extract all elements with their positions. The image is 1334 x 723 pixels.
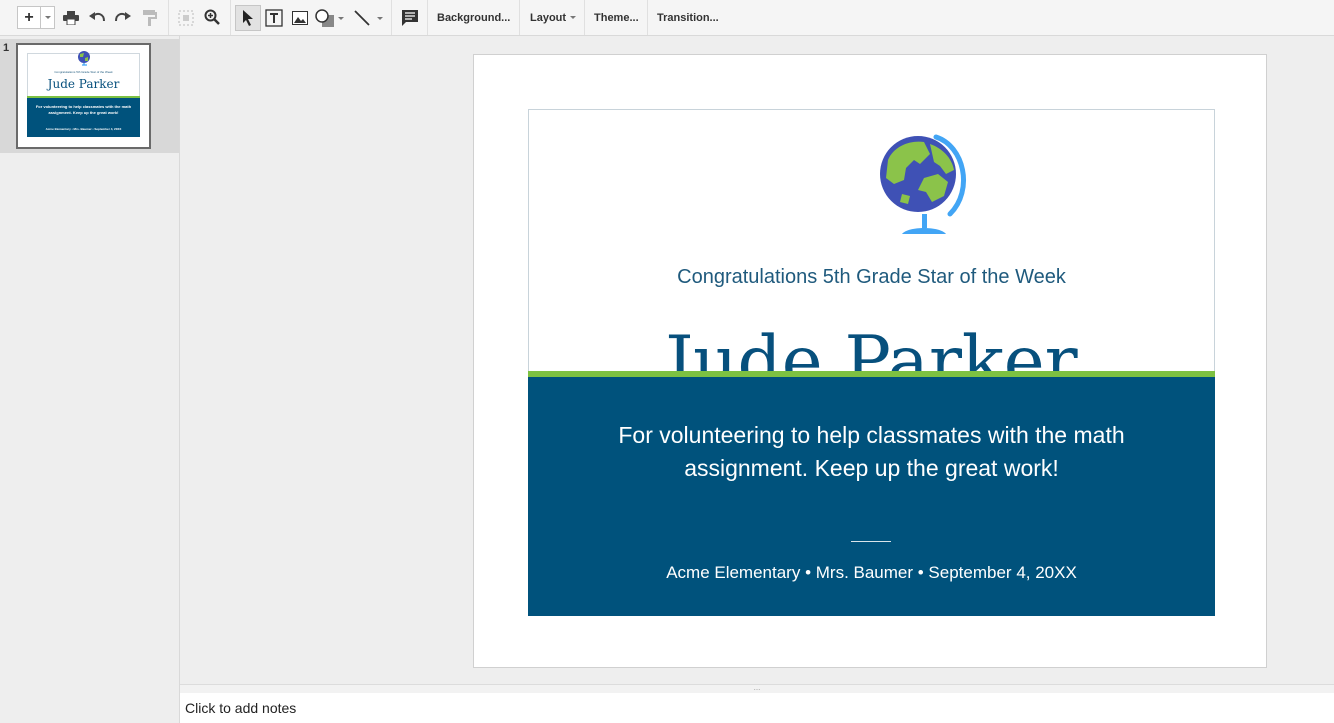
select-button[interactable] (235, 5, 261, 31)
image-button[interactable] (290, 9, 310, 27)
new-slide-button[interactable]: + (17, 6, 41, 29)
comment-icon (402, 10, 418, 26)
zoom-icon (204, 9, 220, 25)
thumb-footer: Acme Elementary • Mrs. Baumer • Septembe… (45, 127, 122, 131)
text-box-icon (265, 9, 283, 27)
plus-icon: + (24, 8, 34, 26)
slide-thumbnail[interactable]: Congratulations 5th Grade Star of the We… (16, 43, 151, 149)
globe-icon (880, 134, 966, 234)
paint-format-icon (143, 10, 157, 26)
slide-number: 1 (3, 42, 10, 54)
chevron-down-icon (338, 16, 344, 20)
print-button[interactable] (62, 9, 80, 27)
chevron-down-icon (377, 16, 383, 20)
theme-button[interactable]: Theme... (594, 0, 639, 35)
speaker-notes[interactable]: Click to add notes (180, 693, 1334, 723)
paint-format-button[interactable] (141, 9, 159, 27)
line-icon (354, 10, 370, 26)
chevron-down-icon (44, 16, 51, 19)
shape-button[interactable] (314, 7, 336, 29)
background-button[interactable]: Background... (437, 0, 510, 35)
layout-button[interactable]: Layout (530, 0, 577, 35)
theme-label: Theme... (594, 11, 639, 24)
transition-button[interactable]: Transition... (657, 0, 719, 35)
zoom-fit-icon (178, 10, 194, 26)
slide-canvas[interactable]: Congratulations 5th Grade Star of the We… (473, 54, 1267, 668)
undo-icon (89, 12, 105, 22)
redo-icon (115, 12, 131, 22)
zoom-fit-button[interactable] (177, 9, 195, 27)
slide-message[interactable]: For volunteering to help classmates with… (588, 419, 1155, 485)
divider (851, 541, 891, 542)
layout-label: Layout (530, 11, 567, 24)
transition-label: Transition... (657, 11, 719, 24)
shape-dropdown[interactable] (337, 14, 345, 22)
new-slide-dropdown[interactable] (41, 6, 55, 29)
text-box-button[interactable] (264, 8, 284, 28)
filmstrip-slide-item[interactable]: 1 Congratulations 5th Grade Star of the … (0, 39, 179, 153)
undo-button[interactable] (88, 9, 106, 27)
chevron-down-icon (570, 16, 577, 19)
redo-button[interactable] (114, 9, 132, 27)
thumb-message: For volunteering to help classmates with… (35, 104, 132, 115)
thumb-name: Jude Parker (47, 77, 120, 91)
zoom-button[interactable] (203, 8, 221, 26)
select-cursor-icon (243, 10, 253, 26)
line-dropdown[interactable] (376, 14, 384, 22)
thumb-blue-panel: For volunteering to help classmates with… (27, 98, 140, 137)
slide-footer[interactable]: Acme Elementary • Mrs. Baumer • Septembe… (528, 563, 1215, 583)
background-label: Background... (437, 11, 511, 24)
notes-placeholder: Click to add notes (185, 700, 297, 716)
image-icon (292, 11, 308, 25)
notes-resize-handle[interactable]: ... (180, 684, 1334, 693)
globe-icon (78, 51, 90, 66)
filmstrip: 1 Congratulations 5th Grade Star of the … (0, 36, 180, 723)
comment-button[interactable] (400, 8, 420, 28)
message-panel[interactable]: For volunteering to help classmates with… (528, 377, 1215, 616)
line-button[interactable] (352, 8, 372, 28)
thumb-subtitle: Congratulations 5th Grade Star of the We… (54, 70, 113, 74)
print-icon (63, 11, 79, 25)
slide-subtitle[interactable]: Congratulations 5th Grade Star of the We… (529, 266, 1214, 289)
shape-icon (315, 9, 334, 27)
toolbar: + Background... Layout Theme... Transiti… (0, 0, 1334, 36)
